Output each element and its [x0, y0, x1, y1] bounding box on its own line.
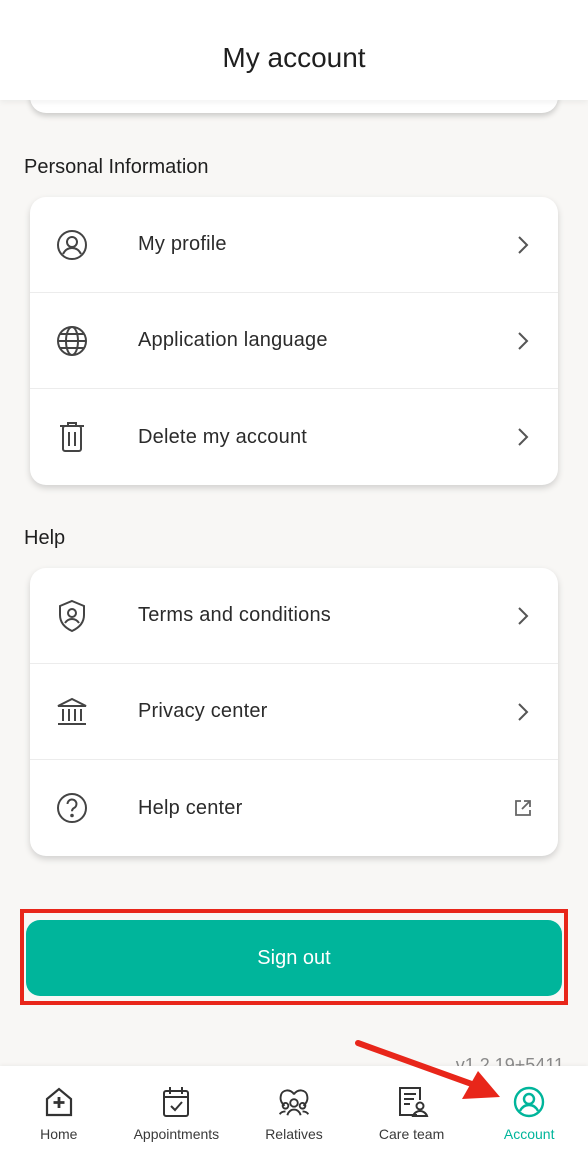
- chevron-right-icon: [512, 426, 534, 448]
- help-card: Terms and conditions Privacy center Help…: [30, 568, 558, 856]
- menu-item-label: Help center: [138, 796, 243, 819]
- menu-item-label: Delete my account: [138, 425, 308, 448]
- menu-item-my-profile[interactable]: My profile: [30, 197, 558, 293]
- bank-icon: [54, 694, 90, 730]
- section-title-help: Help: [24, 527, 66, 549]
- bottom-tab-bar: Home Appointments Relatives Care team Ac…: [0, 1066, 588, 1171]
- section-title-personal: Personal Information: [24, 156, 209, 178]
- menu-item-privacy-center[interactable]: Privacy center: [30, 664, 558, 760]
- tab-label: Relatives: [265, 1126, 323, 1142]
- globe-icon: [54, 323, 90, 359]
- user-circle-icon: [54, 227, 90, 263]
- calendar-check-icon: [158, 1084, 194, 1120]
- relatives-icon: [276, 1084, 312, 1120]
- care-team-icon: [394, 1084, 430, 1120]
- chevron-right-icon: [512, 605, 534, 627]
- personal-info-card: My profile Application language Delete m…: [30, 197, 558, 485]
- tab-appointments[interactable]: Appointments: [118, 1066, 236, 1171]
- menu-item-terms[interactable]: Terms and conditions: [30, 568, 558, 664]
- chevron-right-icon: [512, 701, 534, 723]
- chevron-right-icon: [512, 234, 534, 256]
- tab-label: Home: [40, 1126, 78, 1142]
- tab-label: Care team: [378, 1126, 445, 1142]
- menu-item-label: My profile: [138, 233, 227, 255]
- menu-item-help-center[interactable]: Help center: [30, 760, 558, 856]
- tab-label: Appointments: [133, 1126, 220, 1142]
- page-title: My account: [222, 42, 366, 73]
- question-circle-icon: [54, 790, 90, 826]
- external-link-icon: [512, 797, 534, 819]
- menu-item-application-language[interactable]: Application language: [30, 293, 558, 389]
- tab-label: Account: [503, 1126, 555, 1142]
- menu-item-label: Privacy center: [138, 700, 268, 722]
- menu-item-label: Application language: [138, 329, 328, 351]
- tab-account[interactable]: Account: [470, 1066, 588, 1171]
- menu-item-delete-account[interactable]: Delete my account: [30, 389, 558, 485]
- top-header: My account: [0, 0, 588, 100]
- tab-care-team[interactable]: Care team: [353, 1066, 471, 1171]
- tab-relatives[interactable]: Relatives: [235, 1066, 353, 1171]
- chevron-right-icon: [512, 330, 534, 352]
- account-icon: [511, 1084, 547, 1120]
- shield-user-icon: [54, 598, 90, 634]
- sign-out-button[interactable]: Sign out: [26, 920, 562, 996]
- menu-item-label: Terms and conditions: [138, 604, 331, 626]
- trash-icon: [54, 419, 90, 455]
- tab-home[interactable]: Home: [0, 1066, 118, 1171]
- home-plus-icon: [41, 1084, 77, 1120]
